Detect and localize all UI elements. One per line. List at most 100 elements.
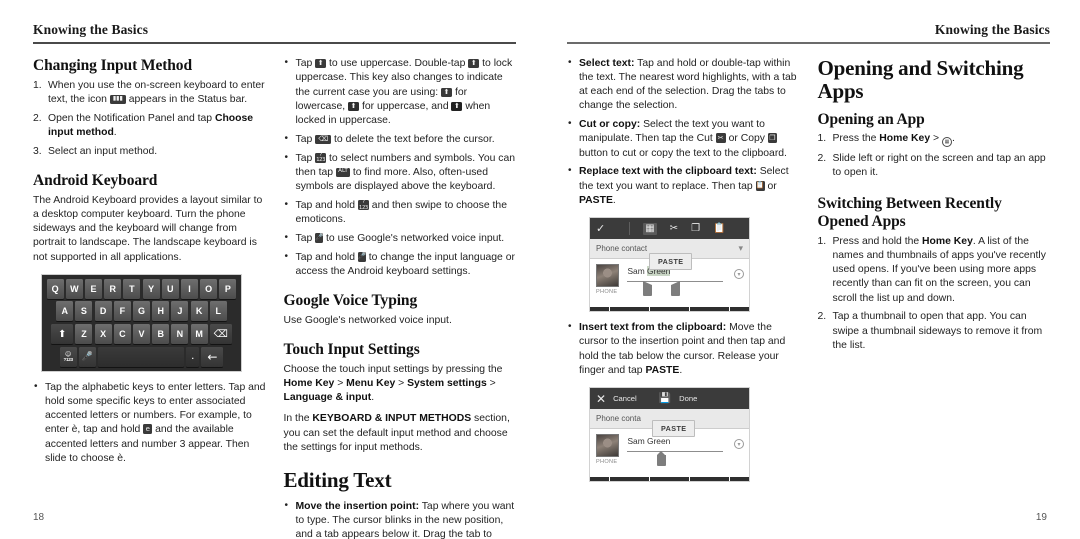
contact-row: PASTE PHONE Sam Green ▾	[590, 253, 749, 303]
expand-icon[interactable]: ▾	[734, 269, 744, 279]
text-editing-list: Select text: Tap and hold or double-tap …	[567, 56, 800, 209]
heading-opening-an-app: Opening an App	[817, 110, 925, 128]
paste-icon: 📋	[755, 180, 765, 191]
shift-locked-icon: ⬆	[451, 101, 463, 111]
key-p: P	[219, 278, 237, 299]
text: .	[371, 392, 375, 404]
bullet-shift-key: Tap ⬆ to use uppercase. Double-tap ⬆ to …	[284, 56, 517, 128]
symbols-key-label: ?123	[63, 356, 73, 362]
bullet-replace-text: Replace text with the clipboard text: Se…	[567, 164, 800, 208]
header-rule-right	[567, 42, 1050, 44]
bullet-lead-in: Replace text with the clipboard text:	[579, 166, 757, 178]
done-button[interactable]: Done	[679, 394, 697, 403]
right-col-1: Select text: Tap and hold or double-tap …	[567, 56, 800, 492]
paste-popup-button[interactable]: PASTE	[652, 420, 696, 437]
bullet-delete-key: Tap ⌫ to delete the text before the curs…	[284, 132, 517, 147]
bullet-text: Tap and hold	[295, 251, 358, 263]
keyboard-row-1: Q W E R T Y U I O P	[45, 278, 238, 299]
bullet-text: Tap	[295, 58, 316, 69]
key-a: A	[56, 301, 74, 322]
page-number-right: 19	[1035, 512, 1047, 523]
expand-icon[interactable]: ▾	[734, 439, 744, 449]
key-j: J	[171, 301, 189, 322]
keyboard-row-3: ⬆ Z X C V B N M ⌫	[45, 324, 238, 344]
right-page-columns: Select text: Tap and hold or double-tap …	[567, 56, 1051, 492]
bullet-alphabetic-keys: Tap the alphabetic keys to enter letters…	[33, 380, 266, 467]
key-c: C	[113, 324, 131, 344]
key-q: Q	[46, 278, 64, 299]
copy-icon[interactable]: ❐	[691, 223, 700, 234]
footer-tick	[728, 307, 730, 311]
separator: >	[334, 377, 347, 389]
system-settings-bold: System settings	[407, 377, 487, 389]
footer-tick	[609, 477, 611, 481]
switching-apps-steps: 1. Press and hold the Home Key. A list o…	[818, 235, 1051, 354]
bullet-text: to delete the text before the cursor.	[331, 133, 495, 145]
step-number: 2.	[817, 152, 827, 164]
selection-handle-end[interactable]	[671, 281, 681, 296]
google-voice-typing-description: Use Google's networked voice input.	[283, 314, 452, 326]
cancel-button[interactable]: Cancel	[613, 394, 637, 403]
cut-icon[interactable]: ✂	[670, 223, 678, 234]
home-key-bold: Home Key	[922, 235, 973, 247]
alpha-keys-bullet-list: Tap the alphabetic keys to enter letters…	[33, 380, 266, 467]
delete-key: ⌫	[209, 324, 232, 344]
bullet-emoticons: Tap and hold ?123 and then swipe to choo…	[284, 198, 517, 228]
bullet-text: to use Google's networked voice input.	[323, 232, 505, 244]
step-3: 3. Select an input method.	[33, 145, 266, 159]
footer-tick	[728, 477, 730, 481]
close-icon[interactable]: ✕	[596, 393, 606, 405]
key-u: U	[161, 278, 179, 299]
bullet-text: button to cut or copy the text to the cl…	[579, 147, 787, 159]
avatar	[596, 264, 619, 287]
bullet-input-language: Tap and hold 🎤 to change the input langu…	[284, 250, 517, 280]
step-text-after: .	[113, 126, 117, 138]
left-page-columns: Changing Input Method 1. When you use th…	[33, 56, 517, 539]
period-key: .	[186, 346, 200, 367]
touch-input-paragraph-1: Choose the touch input settings by press…	[284, 363, 517, 406]
step-2: 2. Tap a thumbnail to open that app. You…	[818, 310, 1051, 353]
changing-input-steps: 1. When you use the on-screen keyboard t…	[33, 79, 266, 159]
bullet-voice-input: Tap 🎤 to use Google's networked voice in…	[284, 231, 517, 246]
step-text: .	[951, 133, 955, 145]
right-page: Knowing the Basics Select text: Tap and …	[540, 0, 1080, 539]
paste-bold: PASTE	[579, 194, 613, 206]
check-icon[interactable]: ✓	[596, 223, 605, 234]
home-key-bold: Home Key	[283, 377, 335, 389]
key-w: W	[65, 278, 83, 299]
shift-key: ⬆	[51, 324, 74, 344]
chevron-down-icon[interactable]: ▾	[738, 244, 743, 254]
separator: >	[486, 377, 496, 389]
paste-popup-button[interactable]: PASTE	[649, 253, 693, 270]
phone-contact-label: Phone conta	[596, 414, 641, 423]
step-1: 1. Press the Home Key > ▦.	[817, 132, 1051, 148]
screenshot-insert-text: ✕ Cancel 💾 Done Phone conta PASTE PHONE	[589, 387, 750, 482]
step-number: 1.	[817, 133, 827, 145]
selection-handle-start[interactable]	[643, 281, 653, 296]
header-rule-left	[33, 42, 516, 44]
android-keyboard-description: The Android Keyboard provides a layout s…	[33, 194, 263, 263]
avatar	[596, 434, 619, 457]
home-key-bold: Home Key	[879, 133, 931, 145]
bullet-text: .	[612, 194, 616, 206]
contact-row: PASTE PHONE Sam Green ▾	[590, 420, 749, 473]
android-keyboard-figure: Q W E R T Y U I O P A S D F G H J K L ⬆ …	[41, 273, 242, 372]
microphone-icon: 🎤	[315, 232, 324, 243]
key-o: O	[200, 278, 218, 299]
bullet-lead-in: Select text:	[579, 57, 635, 69]
key-i: I	[180, 278, 198, 299]
paste-icon[interactable]: 📋	[713, 223, 725, 234]
keyboard-image: Q W E R T Y U I O P A S D F G H J K L ⬆ …	[41, 273, 242, 372]
key-k: K	[190, 301, 208, 322]
right-col-2: Opening and Switching Apps Opening an Ap…	[817, 56, 1051, 492]
emoticon-icon: ?123	[357, 199, 369, 210]
left-page: Knowing the Basics Changing Input Method…	[0, 0, 540, 539]
step-text-after: appears in the Status bar.	[125, 93, 248, 105]
left-col-1: Changing Input Method 1. When you use th…	[33, 57, 266, 539]
cursor-handle[interactable]	[657, 451, 667, 466]
alt-symbols-icon: ALT	[335, 167, 350, 177]
edit-toolbar: ✕ Cancel 💾 Done	[590, 388, 749, 409]
e-key-icon: e	[143, 424, 153, 435]
select-all-icon[interactable]: ▦	[643, 222, 657, 235]
save-icon[interactable]: 💾	[659, 393, 671, 404]
